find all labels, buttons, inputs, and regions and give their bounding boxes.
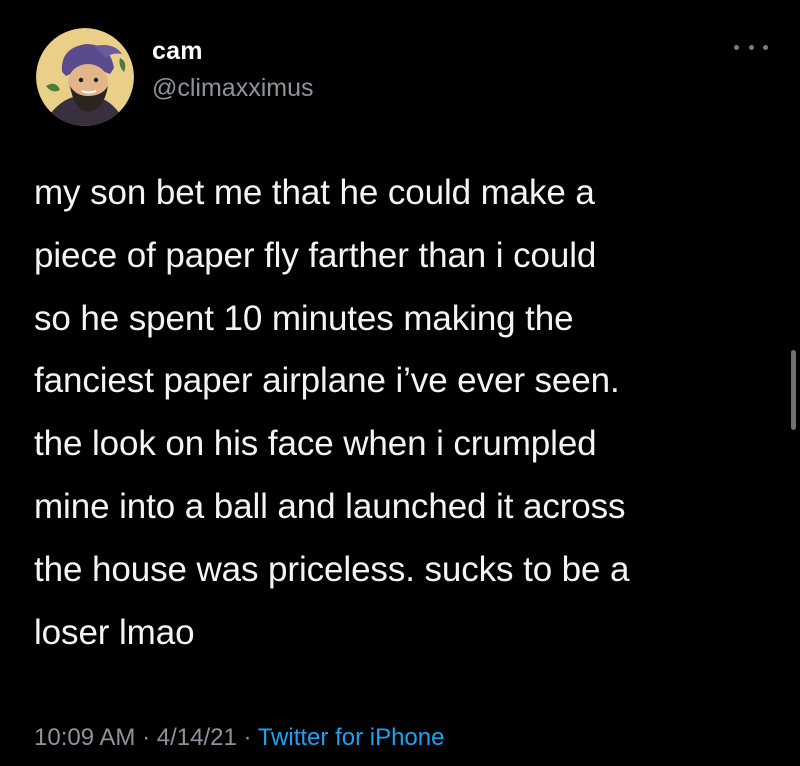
ellipsis-dot — [748, 44, 754, 50]
tweet-card: cam @climaxximus my son bet me that he c… — [0, 0, 800, 766]
meta-separator: · — [135, 724, 157, 751]
tweet-metadata: 10:09 AM · 4/14/21 · Twitter for iPhone — [34, 724, 444, 752]
tweet-text: my son bet me that he could make a piece… — [34, 173, 630, 652]
avatar[interactable] — [36, 28, 134, 126]
author-display-name[interactable]: cam — [152, 37, 203, 66]
scrollbar-thumb[interactable] — [791, 350, 796, 430]
tweet-source-link[interactable]: Twitter for iPhone — [258, 724, 445, 751]
author-handle[interactable]: @climaxximus — [152, 74, 314, 103]
more-options-ellipsis-icon[interactable] — [734, 40, 768, 54]
ellipsis-dot — [763, 44, 768, 50]
meta-separator: · — [236, 724, 258, 751]
ellipsis-dot — [734, 44, 739, 50]
tweet-time[interactable]: 10:09 AM — [34, 724, 135, 751]
cartoon-profile-avatar-icon — [36, 28, 134, 126]
tweet-date[interactable]: 4/14/21 — [157, 724, 237, 751]
